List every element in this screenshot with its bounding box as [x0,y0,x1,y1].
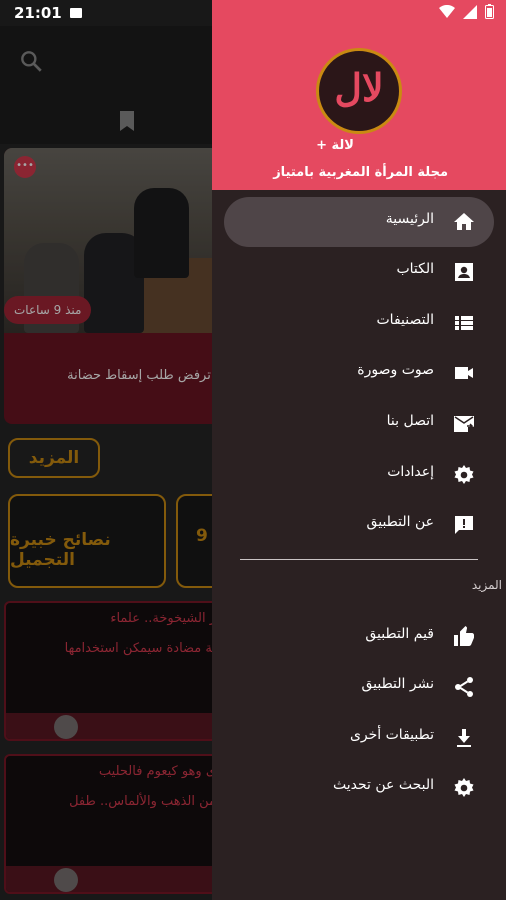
menu-item-label: قيم التطبيق [365,626,434,642]
section-label: المزيد [471,578,502,592]
battery-icon [485,4,494,19]
menu-item-label: الكتاب [396,261,434,277]
menu-item-other-apps[interactable]: تطبيقات أخرى [224,713,494,763]
menu-item-label: الرئيسية [385,211,434,227]
menu-item-rate-app[interactable]: قيم التطبيق [224,612,494,662]
menu-item-share-app[interactable]: نشر التطبيق [224,662,494,712]
contact-card-icon [455,263,473,281]
image-notification-icon [70,8,82,18]
logo-text: لال [334,65,384,110]
share-icon [455,677,473,697]
gear-icon [454,778,474,797]
feedback-icon [455,516,473,534]
gear-icon [454,465,474,484]
menu-item-label: صوت وصورة [357,362,434,378]
menu-item-label: اتصل بنا [386,413,434,429]
menu-divider [240,559,478,560]
list-icon [455,316,473,330]
app-name: لالة + [316,138,354,153]
thumbs-up-icon [454,626,474,646]
menu-item-label: عن التطبيق [366,514,434,530]
home-icon [454,213,474,230]
mail-send-icon [454,416,474,432]
status-bar: 21:01 [0,0,506,26]
app-logo: لال [316,48,402,134]
menu-item-contact[interactable]: اتصل بنا [224,399,494,449]
menu-item-label: تطبيقات أخرى [349,727,434,743]
navigation-drawer: لال لالة + مجلة المرأة المغربية بامتياز … [212,0,506,900]
download-icon [457,729,471,747]
menu-item-home[interactable]: الرئيسية [224,197,494,247]
video-camera-icon [455,367,473,379]
status-time: 21:01 [14,4,62,22]
menu-item-label: التصنيفات [376,312,435,328]
menu-item-label: نشر التطبيق [361,676,434,692]
app-tagline: مجلة المرأة المغربية بامتياز [273,165,448,180]
menu-item-media[interactable]: صوت وصورة [224,348,494,398]
menu-item-settings[interactable]: إعدادات [224,450,494,500]
menu-item-about[interactable]: عن التطبيق [224,500,494,550]
menu-item-categories[interactable]: التصنيفات [224,298,494,348]
menu-item-label: إعدادات [387,464,434,480]
menu-item-label: البحث عن تحديث [332,777,434,793]
wifi-icon [439,4,455,18]
menu-item-writers[interactable]: الكتاب [224,247,494,297]
drawer-header: لال لالة + مجلة المرأة المغربية بامتياز [212,0,506,190]
menu-item-check-update[interactable]: البحث عن تحديث [224,763,494,813]
signal-icon [463,4,477,19]
